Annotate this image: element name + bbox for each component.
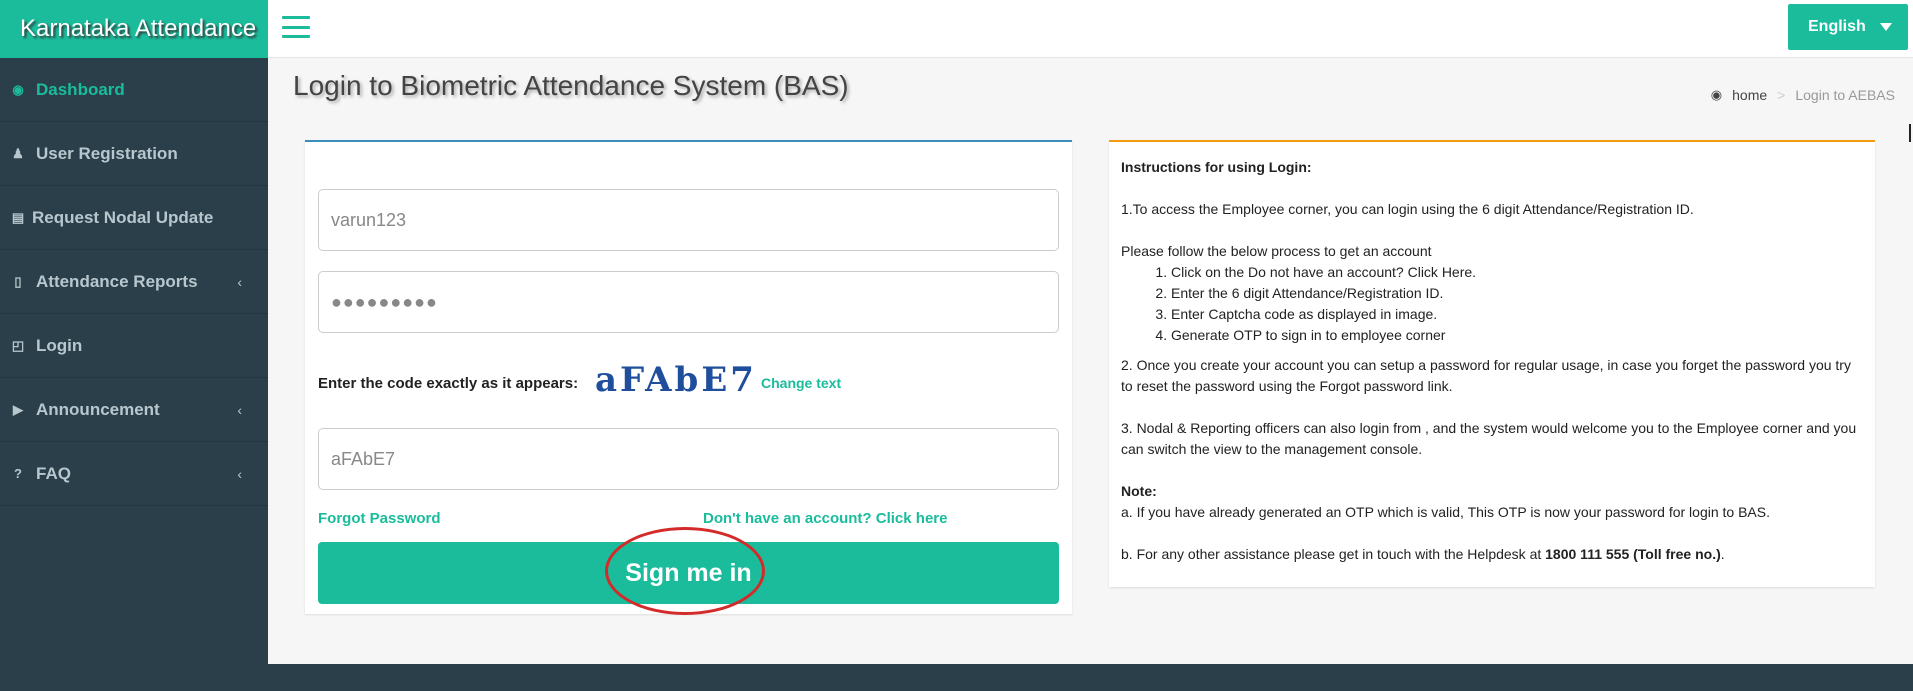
instruction-steps: Click on the Do not have an account? Cli…	[1171, 262, 1863, 346]
instruction-paragraph: 2. Once you create your account you can …	[1121, 357, 1851, 394]
sidebar-item-label: User Registration	[36, 143, 178, 163]
note-paragraph: a. If you have already generated an OTP …	[1121, 504, 1770, 520]
sidebar-item-label: Attendance Reports	[36, 271, 198, 291]
instruction-paragraph: 3. Nodal & Reporting officers can also l…	[1121, 420, 1857, 457]
instructions-heading: Instructions for using Login:	[1121, 159, 1312, 175]
sidebar-item-label: FAQ	[36, 463, 71, 483]
instruction-paragraph: 1.To access the Employee corner, you can…	[1121, 201, 1694, 217]
top-navbar: English	[268, 0, 1913, 58]
note-text: b. For any other assistance please get i…	[1121, 546, 1546, 562]
breadcrumb: ◉ home > Login to AEBAS	[1711, 87, 1895, 103]
sidebar-item-dashboard[interactable]: ◉ Dashboard	[0, 58, 268, 122]
chevron-left-icon: ‹	[237, 273, 242, 290]
breadcrumb-current: Login to AEBAS	[1795, 87, 1895, 103]
instruction-paragraph: Please follow the below process to get a…	[1121, 243, 1432, 259]
breadcrumb-home[interactable]: ◉ home	[1711, 87, 1767, 103]
dashboard-icon: ◉	[1710, 87, 1723, 102]
sidebar-item-label: Request Nodal Update	[32, 207, 214, 227]
sidebar: ◉ Dashboard ♟ User Registration ▤ Reques…	[0, 58, 268, 691]
mobile-icon: ▯	[14, 273, 22, 289]
login-panel: varun123 ●●●●●●●●● Enter the code exactl…	[305, 140, 1072, 614]
sidebar-item-attendance-reports[interactable]: ▯ Attendance Reports ‹	[0, 250, 268, 314]
breadcrumb-separator: >	[1777, 87, 1786, 103]
page-title: Login to Biometric Attendance System (BA…	[293, 70, 849, 101]
footer	[268, 664, 1913, 691]
users-icon: ♟	[12, 145, 24, 161]
sidebar-item-label: Dashboard	[36, 79, 125, 99]
username-input[interactable]: varun123	[318, 189, 1059, 251]
list-item: Enter the 6 digit Attendance/Registratio…	[1171, 283, 1863, 304]
caret-down-icon	[1880, 23, 1892, 31]
captcha-label: Enter the code exactly as it appears:	[318, 375, 579, 392]
list-item: Generate OTP to sign in to employee corn…	[1171, 325, 1863, 346]
sidebar-item-request-nodal-update[interactable]: ▤ Request Nodal Update	[0, 186, 268, 250]
sidebar-item-user-registration[interactable]: ♟ User Registration	[0, 122, 268, 186]
unlock-icon: ◰	[11, 337, 25, 353]
language-dropdown[interactable]: English	[1788, 4, 1908, 50]
sidebar-item-login[interactable]: ◰ Login	[0, 314, 268, 378]
menu-toggle-icon[interactable]	[282, 16, 310, 38]
breadcrumb-home-label: home	[1732, 87, 1768, 103]
captcha-image: aFAbE7	[595, 360, 757, 400]
volume-icon: ▶	[13, 401, 23, 417]
list-item: Enter Captcha code as displayed in image…	[1171, 304, 1863, 325]
forgot-password-link[interactable]: Forgot Password	[318, 510, 441, 527]
question-icon: ?	[14, 466, 22, 481]
list-item: Click on the Do not have an account? Cli…	[1171, 262, 1863, 283]
helpdesk-phone: 1800 111 555 (Toll free no.)	[1545, 546, 1721, 562]
note-text: .	[1720, 546, 1725, 562]
captcha-input[interactable]: aFAbE7	[318, 428, 1059, 490]
sign-in-button[interactable]: Sign me in	[318, 542, 1059, 604]
building-icon: ▤	[11, 209, 25, 225]
language-label: English	[1808, 18, 1866, 35]
sidebar-item-faq[interactable]: ? FAQ ‹	[0, 442, 268, 506]
sidebar-item-label: Login	[36, 335, 83, 355]
text-cursor	[1909, 124, 1911, 142]
dashboard-icon: ◉	[12, 81, 24, 97]
password-input[interactable]: ●●●●●●●●●	[318, 271, 1059, 333]
sidebar-item-label: Announcement	[36, 399, 160, 419]
note-paragraph-helpdesk: b. For any other assistance please get i…	[1121, 544, 1863, 565]
change-captcha-link[interactable]: Change text	[761, 375, 841, 391]
chevron-left-icon: ‹	[237, 401, 242, 418]
brand-title[interactable]: Karnataka Attendance	[0, 0, 268, 58]
note-heading: Note:	[1121, 483, 1157, 499]
signup-link[interactable]: Don't have an account? Click here	[703, 510, 947, 527]
sidebar-item-announcement[interactable]: ▶ Announcement ‹	[0, 378, 268, 442]
instructions-panel: Instructions for using Login: 1.To acces…	[1109, 140, 1875, 587]
chevron-left-icon: ‹	[237, 465, 242, 482]
